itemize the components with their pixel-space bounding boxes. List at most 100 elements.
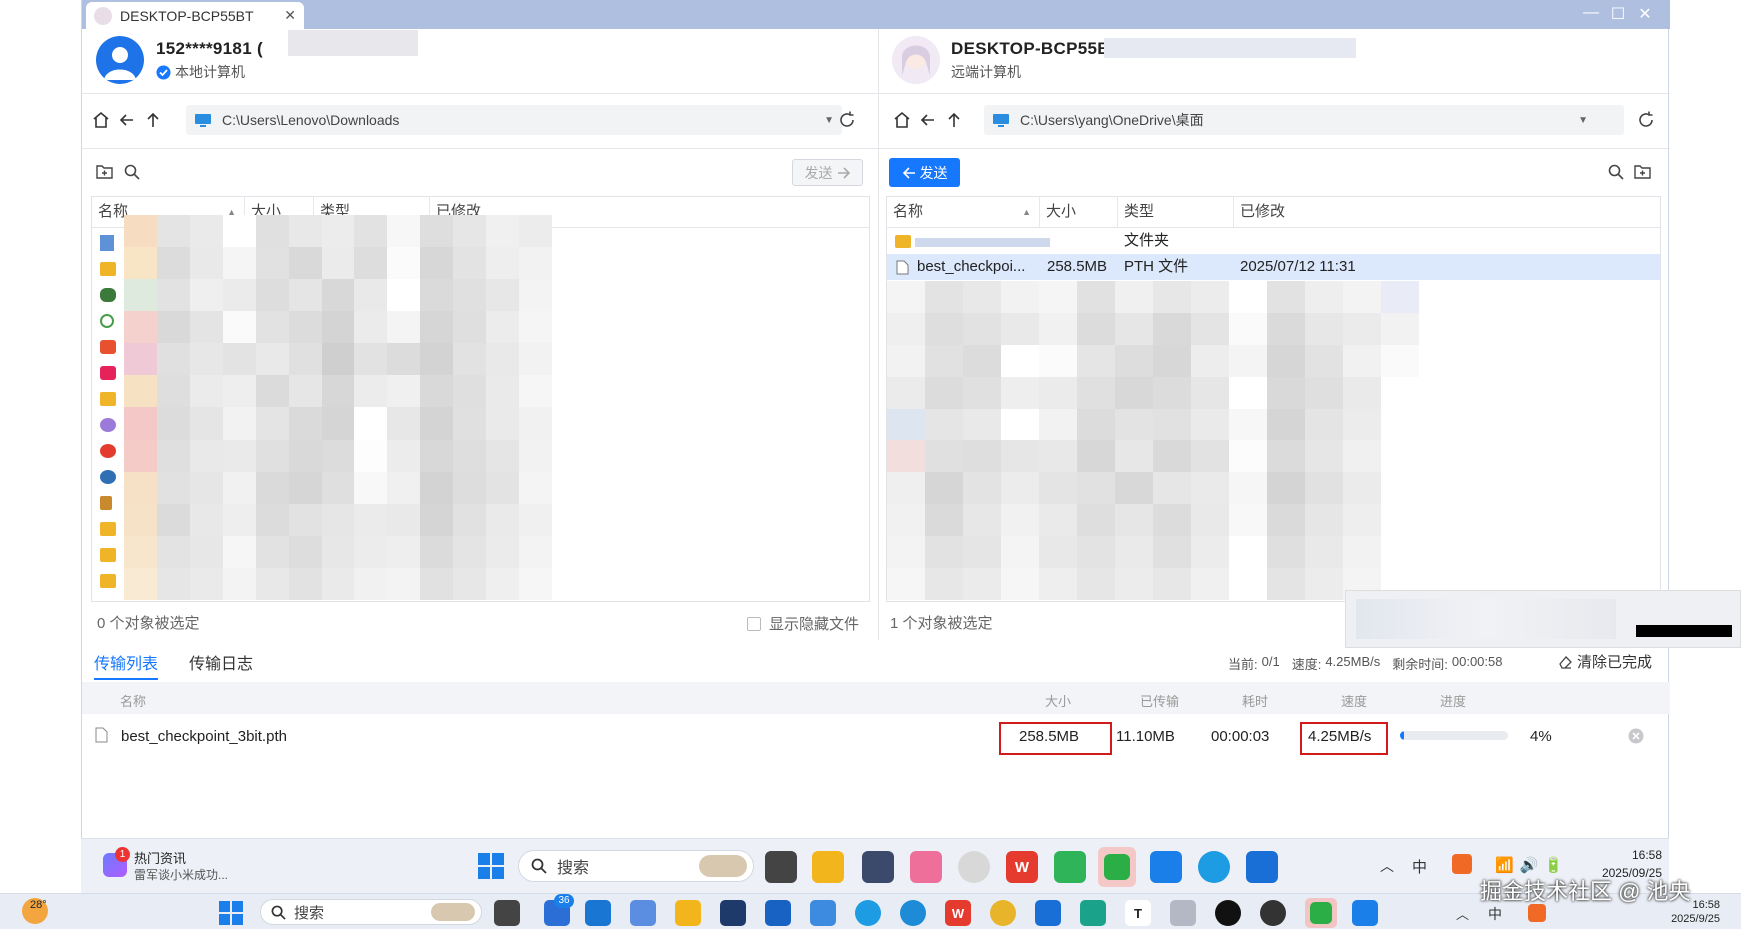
snip-icon[interactable]	[630, 900, 656, 926]
tray-icons[interactable]: 📶🔊🔋	[1495, 856, 1569, 874]
remote-device-name: DESKTOP-BCP55BT	[951, 39, 1121, 58]
show-hidden-toggle[interactable]: 显示隐藏文件	[747, 613, 859, 634]
local-path-field[interactable]: C:\Users\Lenovo\Downloads ▼	[186, 105, 842, 135]
windows-icon[interactable]	[478, 853, 504, 879]
remote-back-icon[interactable]	[915, 107, 941, 133]
send-button[interactable]: 发送	[889, 158, 960, 187]
chevron-up-icon[interactable]: ︿	[1380, 856, 1394, 876]
local-clock-date: 2025/9/25	[1671, 913, 1720, 925]
s-icon[interactable]	[1452, 854, 1472, 874]
wps-icon[interactable]: W	[1006, 851, 1038, 883]
browser-icon[interactable]	[855, 900, 881, 926]
edge-icon[interactable]	[900, 900, 926, 926]
home-icon[interactable]	[88, 107, 114, 133]
news-title[interactable]: 热门资讯	[134, 848, 186, 867]
clock-icon[interactable]	[958, 851, 990, 883]
send-label: 发送	[804, 164, 833, 181]
feishu-icon[interactable]	[1352, 900, 1378, 926]
taskbar-search[interactable]: 搜索	[518, 850, 754, 882]
folder-icon	[100, 522, 116, 536]
remote-file-list[interactable]: 名称 ▲ 大小 类型 已修改 文件夹 best_checkpoi... 258.5…	[886, 196, 1661, 602]
title-bar: DESKTOP-BCP55BT ✕ — ☐ ✕	[82, 0, 1670, 29]
refresh-icon[interactable]	[837, 110, 857, 130]
local-file-list[interactable]: 名称 ▲ 大小 类型 已修改	[91, 196, 870, 602]
wps-icon[interactable]: W	[945, 900, 971, 926]
search-icon[interactable]	[124, 164, 140, 180]
wechat-icon[interactable]	[1098, 847, 1136, 887]
chevron-up-icon[interactable]: ︿	[1456, 904, 1469, 923]
remote-col-type[interactable]: 类型	[1118, 197, 1234, 227]
app-icon[interactable]	[810, 900, 836, 926]
remote-dropdown-icon[interactable]: ▼	[1578, 115, 1588, 126]
ime-indicator[interactable]: 中	[1412, 856, 1427, 877]
tab-transfer-list[interactable]: 传输列表	[94, 650, 158, 674]
remote-col-size[interactable]: 大小	[1040, 197, 1118, 227]
cube-app-icon[interactable]	[862, 851, 894, 883]
minimize-button[interactable]: —	[1581, 4, 1601, 22]
maximize-button[interactable]: ☐	[1608, 4, 1628, 24]
current-count: 0/1	[1261, 654, 1280, 669]
local-selection-status: 0 个对象被选定	[97, 615, 200, 632]
tab-close-icon[interactable]: ✕	[284, 7, 296, 24]
checkbox[interactable]	[747, 616, 761, 631]
start-icon[interactable]	[219, 901, 243, 925]
news-badge: 1	[115, 847, 130, 862]
outlook-icon[interactable]	[765, 900, 791, 926]
remote-path-field[interactable]: C:\Users\yang\OneDrive\桌面 ▼	[984, 105, 1624, 135]
store-icon[interactable]	[720, 900, 746, 926]
remote-up-icon[interactable]	[941, 107, 967, 133]
send-button-disabled[interactable]: 发送	[792, 159, 863, 186]
session-tab[interactable]: DESKTOP-BCP55BT ✕	[86, 2, 304, 29]
close-button[interactable]: ✕	[1635, 4, 1655, 24]
new-folder-icon[interactable]	[96, 164, 113, 179]
remote-search-icon[interactable]	[1608, 164, 1624, 180]
purple-app-icon	[100, 418, 116, 432]
transfer-row[interactable]: best_checkpoint_3bit.pth 258.5MB 11.10MB…	[82, 714, 1670, 758]
remote-col-name[interactable]: 名称 ▲	[887, 197, 1040, 227]
sort-icon: ▲	[1022, 207, 1031, 217]
local-taskbar-search[interactable]: 搜索	[260, 899, 482, 925]
back-icon[interactable]	[114, 107, 140, 133]
meeting-icon[interactable]	[585, 900, 611, 926]
file-explorer-icon[interactable]	[812, 851, 844, 883]
edge-icon[interactable]	[1198, 851, 1230, 883]
ime-indicator[interactable]: 中	[1488, 904, 1502, 924]
news-subtitle[interactable]: 雷军谈小米成功...	[134, 866, 228, 883]
table-row[interactable]: 文件夹	[887, 228, 1660, 254]
task-view-icon[interactable]	[494, 900, 520, 926]
s-icon[interactable]	[1528, 904, 1546, 922]
app-icon[interactable]	[765, 851, 797, 883]
green-app-icon[interactable]	[1080, 900, 1106, 926]
file-icons-column	[100, 230, 118, 600]
chrome-icon[interactable]	[990, 900, 1016, 926]
remote-nav	[889, 105, 967, 135]
table-row-selected[interactable]: best_checkpoi... 258.5MB PTH 文件 2025/07/…	[887, 254, 1660, 280]
up-icon[interactable]	[140, 107, 166, 133]
row-size: 258.5MB	[1047, 258, 1108, 275]
paint-icon[interactable]	[1170, 900, 1196, 926]
clear-completed-button[interactable]: 清除已完成	[1557, 651, 1652, 672]
remote-home-icon[interactable]	[889, 107, 915, 133]
remote-app-icon[interactable]	[1246, 851, 1278, 883]
remote-app-icon[interactable]	[1035, 900, 1061, 926]
row-modified: 2025/07/12 11:31	[1240, 258, 1356, 275]
remote-new-folder-icon[interactable]	[1634, 164, 1651, 179]
pink-app-icon[interactable]	[910, 851, 942, 883]
wechat-icon[interactable]	[1305, 898, 1337, 928]
file-icon	[95, 727, 108, 743]
avatar-small-icon	[94, 6, 112, 25]
cancel-icon[interactable]	[1628, 728, 1644, 744]
tab-transfer-log[interactable]: 传输日志	[189, 650, 253, 674]
qq-icon[interactable]	[1215, 900, 1241, 926]
feishu-icon[interactable]	[1150, 851, 1182, 883]
typora-icon[interactable]: T	[1125, 900, 1151, 926]
folder-icon[interactable]	[675, 900, 701, 926]
remote-col-modified[interactable]: 已修改	[1234, 197, 1660, 227]
remote-refresh-icon[interactable]	[1636, 110, 1656, 130]
speed-highlight-box	[1300, 722, 1388, 755]
player-icon[interactable]	[1260, 900, 1286, 926]
dropdown-icon[interactable]: ▼	[824, 115, 834, 126]
weather-temp: 28°	[30, 899, 47, 911]
search-placeholder: 搜索	[294, 904, 325, 922]
chat-icon[interactable]	[1054, 851, 1086, 883]
